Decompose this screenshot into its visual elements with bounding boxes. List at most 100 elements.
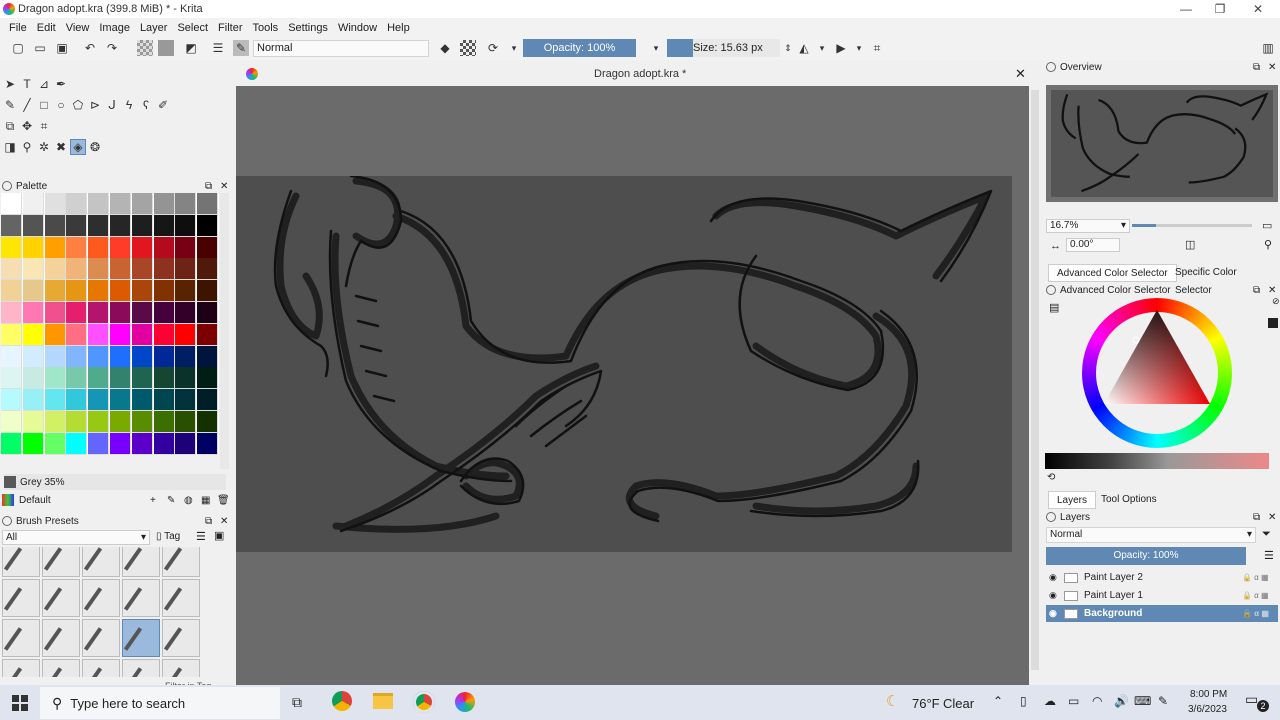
- windows-start-icon[interactable]: [12, 695, 28, 711]
- palette-swatch[interactable]: [1, 193, 22, 215]
- close-window-button[interactable]: ✕: [1240, 0, 1276, 18]
- menu-edit[interactable]: Edit: [32, 22, 61, 34]
- brush-tool-icon[interactable]: ✎: [2, 97, 18, 113]
- brush-preset-item[interactable]: [122, 579, 160, 617]
- palette-swatch[interactable]: [22, 302, 44, 324]
- palette-swatch[interactable]: [44, 323, 66, 346]
- palette-swatch[interactable]: [110, 345, 131, 368]
- bezier-tool-icon[interactable]: ᒍ: [104, 97, 120, 113]
- palette-swatch[interactable]: [175, 323, 197, 346]
- palette-swatch[interactable]: [175, 258, 197, 281]
- freehand-path-icon[interactable]: ϟ: [121, 97, 137, 113]
- palette-icon[interactable]: [2, 494, 14, 506]
- palette-swatch[interactable]: [22, 432, 44, 455]
- palette-swatch[interactable]: [1, 345, 22, 368]
- visibility-eye-icon[interactable]: ◉: [1049, 572, 1057, 583]
- brush-preset-item[interactable]: [2, 547, 40, 577]
- palette-swatch[interactable]: [197, 345, 219, 368]
- menu-select[interactable]: Select: [172, 22, 213, 34]
- palette-swatch[interactable]: [88, 367, 110, 390]
- palette-swatch[interactable]: [175, 432, 197, 455]
- palette-swatch[interactable]: [44, 432, 66, 455]
- palette-swatch[interactable]: [66, 236, 88, 259]
- docker-lock-icon[interactable]: [2, 516, 12, 526]
- weather-desc[interactable]: Clear: [943, 696, 974, 711]
- palette-swatch[interactable]: [153, 345, 175, 368]
- palette-swatch[interactable]: [110, 367, 131, 390]
- layer-lock-icon[interactable]: 🔒 α ▦: [1242, 573, 1269, 582]
- close-docker-icon[interactable]: ✕: [1268, 62, 1276, 73]
- mirror-horizontal-icon[interactable]: ◭: [796, 40, 812, 56]
- palette-swatch[interactable]: [44, 389, 66, 412]
- scroll-thumb[interactable]: [1031, 90, 1039, 670]
- palette-swatch[interactable]: [66, 411, 88, 433]
- wifi-icon[interactable]: ◠: [1092, 694, 1102, 708]
- multibrush-icon[interactable]: ✐: [155, 97, 171, 113]
- hue-ring[interactable]: [1082, 298, 1232, 448]
- palette-swatch[interactable]: [197, 411, 219, 433]
- palette-swatch[interactable]: [131, 411, 153, 433]
- delete-icon[interactable]: 🗑: [217, 495, 230, 506]
- select-shapes-icon[interactable]: ➤: [2, 76, 18, 92]
- palette-swatch[interactable]: [22, 258, 44, 281]
- palette-swatch[interactable]: [88, 193, 110, 215]
- float-docker-icon[interactable]: ⧉: [205, 181, 212, 192]
- docker-lock-icon[interactable]: [2, 181, 12, 191]
- palette-swatch[interactable]: [66, 367, 88, 390]
- palette-swatch[interactable]: [153, 432, 175, 455]
- docker-layout-icon[interactable]: ▥: [1260, 40, 1276, 56]
- palette-swatch[interactable]: [131, 389, 153, 412]
- menu-lines-icon[interactable]: ☰: [196, 530, 206, 543]
- color-settings-icon[interactable]: ▤: [1049, 301, 1059, 314]
- shade-selector[interactable]: [1045, 453, 1269, 469]
- layer-opacity-slider[interactable]: Opacity: 100%: [1046, 547, 1246, 565]
- tab-layers[interactable]: Layers: [1048, 491, 1097, 509]
- palette-swatch[interactable]: [153, 193, 175, 215]
- tab-specific-color-selector[interactable]: Specific Color Selector: [1167, 264, 1280, 296]
- palette-scrollbar[interactable]: [220, 193, 229, 469]
- palette-swatch[interactable]: [44, 236, 66, 259]
- palette-swatch[interactable]: [88, 258, 110, 281]
- menu-help[interactable]: Help: [382, 22, 415, 34]
- layer-lock-icon[interactable]: 🔒 α ▦: [1242, 609, 1269, 618]
- brush-preset-item[interactable]: [2, 659, 40, 677]
- swap-colors-icon[interactable]: ◩: [183, 40, 199, 56]
- palette-swatch[interactable]: [88, 432, 110, 455]
- palette-swatch[interactable]: [110, 302, 131, 324]
- menu-view[interactable]: View: [61, 22, 95, 34]
- palette-swatch[interactable]: [44, 193, 66, 215]
- wrap-around-icon[interactable]: ⌗: [869, 40, 885, 56]
- palette-swatch[interactable]: [1, 258, 22, 281]
- float-docker-icon[interactable]: ⧉: [1253, 285, 1260, 296]
- palette-swatch[interactable]: [44, 367, 66, 390]
- ellipse-tool-icon[interactable]: ○: [53, 97, 69, 113]
- palette-swatch[interactable]: [44, 345, 66, 368]
- palette-swatch[interactable]: [175, 302, 197, 324]
- close-docker-icon[interactable]: ✕: [220, 181, 228, 192]
- palette-swatch[interactable]: [22, 280, 44, 303]
- palette-swatch[interactable]: [66, 389, 88, 412]
- visibility-eye-icon[interactable]: ◉: [1049, 608, 1057, 619]
- palette-swatch[interactable]: [88, 236, 110, 259]
- maximize-button[interactable]: ❐: [1202, 0, 1238, 18]
- reload-preset-icon[interactable]: ⟳: [485, 40, 501, 56]
- palette-swatch[interactable]: [175, 345, 197, 368]
- palette-swatch[interactable]: [44, 258, 66, 281]
- layer-row[interactable]: ◉ Paint Layer 1 🔒 α ▦: [1046, 587, 1278, 604]
- fill-gradient-icon[interactable]: [137, 40, 153, 56]
- tag-button[interactable]: ▯ Tag: [156, 530, 192, 545]
- palette-swatch[interactable]: [22, 214, 44, 237]
- edit-shapes-icon[interactable]: ⊿: [36, 76, 52, 92]
- palette-swatch[interactable]: [44, 302, 66, 324]
- foreground-color-swatch[interactable]: [1268, 318, 1278, 328]
- docker-lock-icon[interactable]: [1046, 512, 1056, 522]
- opacity-slider[interactable]: Opacity: 100%: [523, 39, 636, 57]
- brush-preset-icon[interactable]: ✎: [233, 40, 249, 56]
- palette-swatch[interactable]: [44, 214, 66, 237]
- chevron-down-icon[interactable]: ▾: [814, 40, 830, 56]
- palette-swatch[interactable]: [1, 432, 22, 455]
- palette-swatch[interactable]: [22, 367, 44, 390]
- show-hidden-icons-icon[interactable]: ⌃: [993, 694, 1003, 708]
- rotation-input[interactable]: 0.00°: [1066, 238, 1120, 252]
- brush-preset-item[interactable]: [42, 547, 80, 577]
